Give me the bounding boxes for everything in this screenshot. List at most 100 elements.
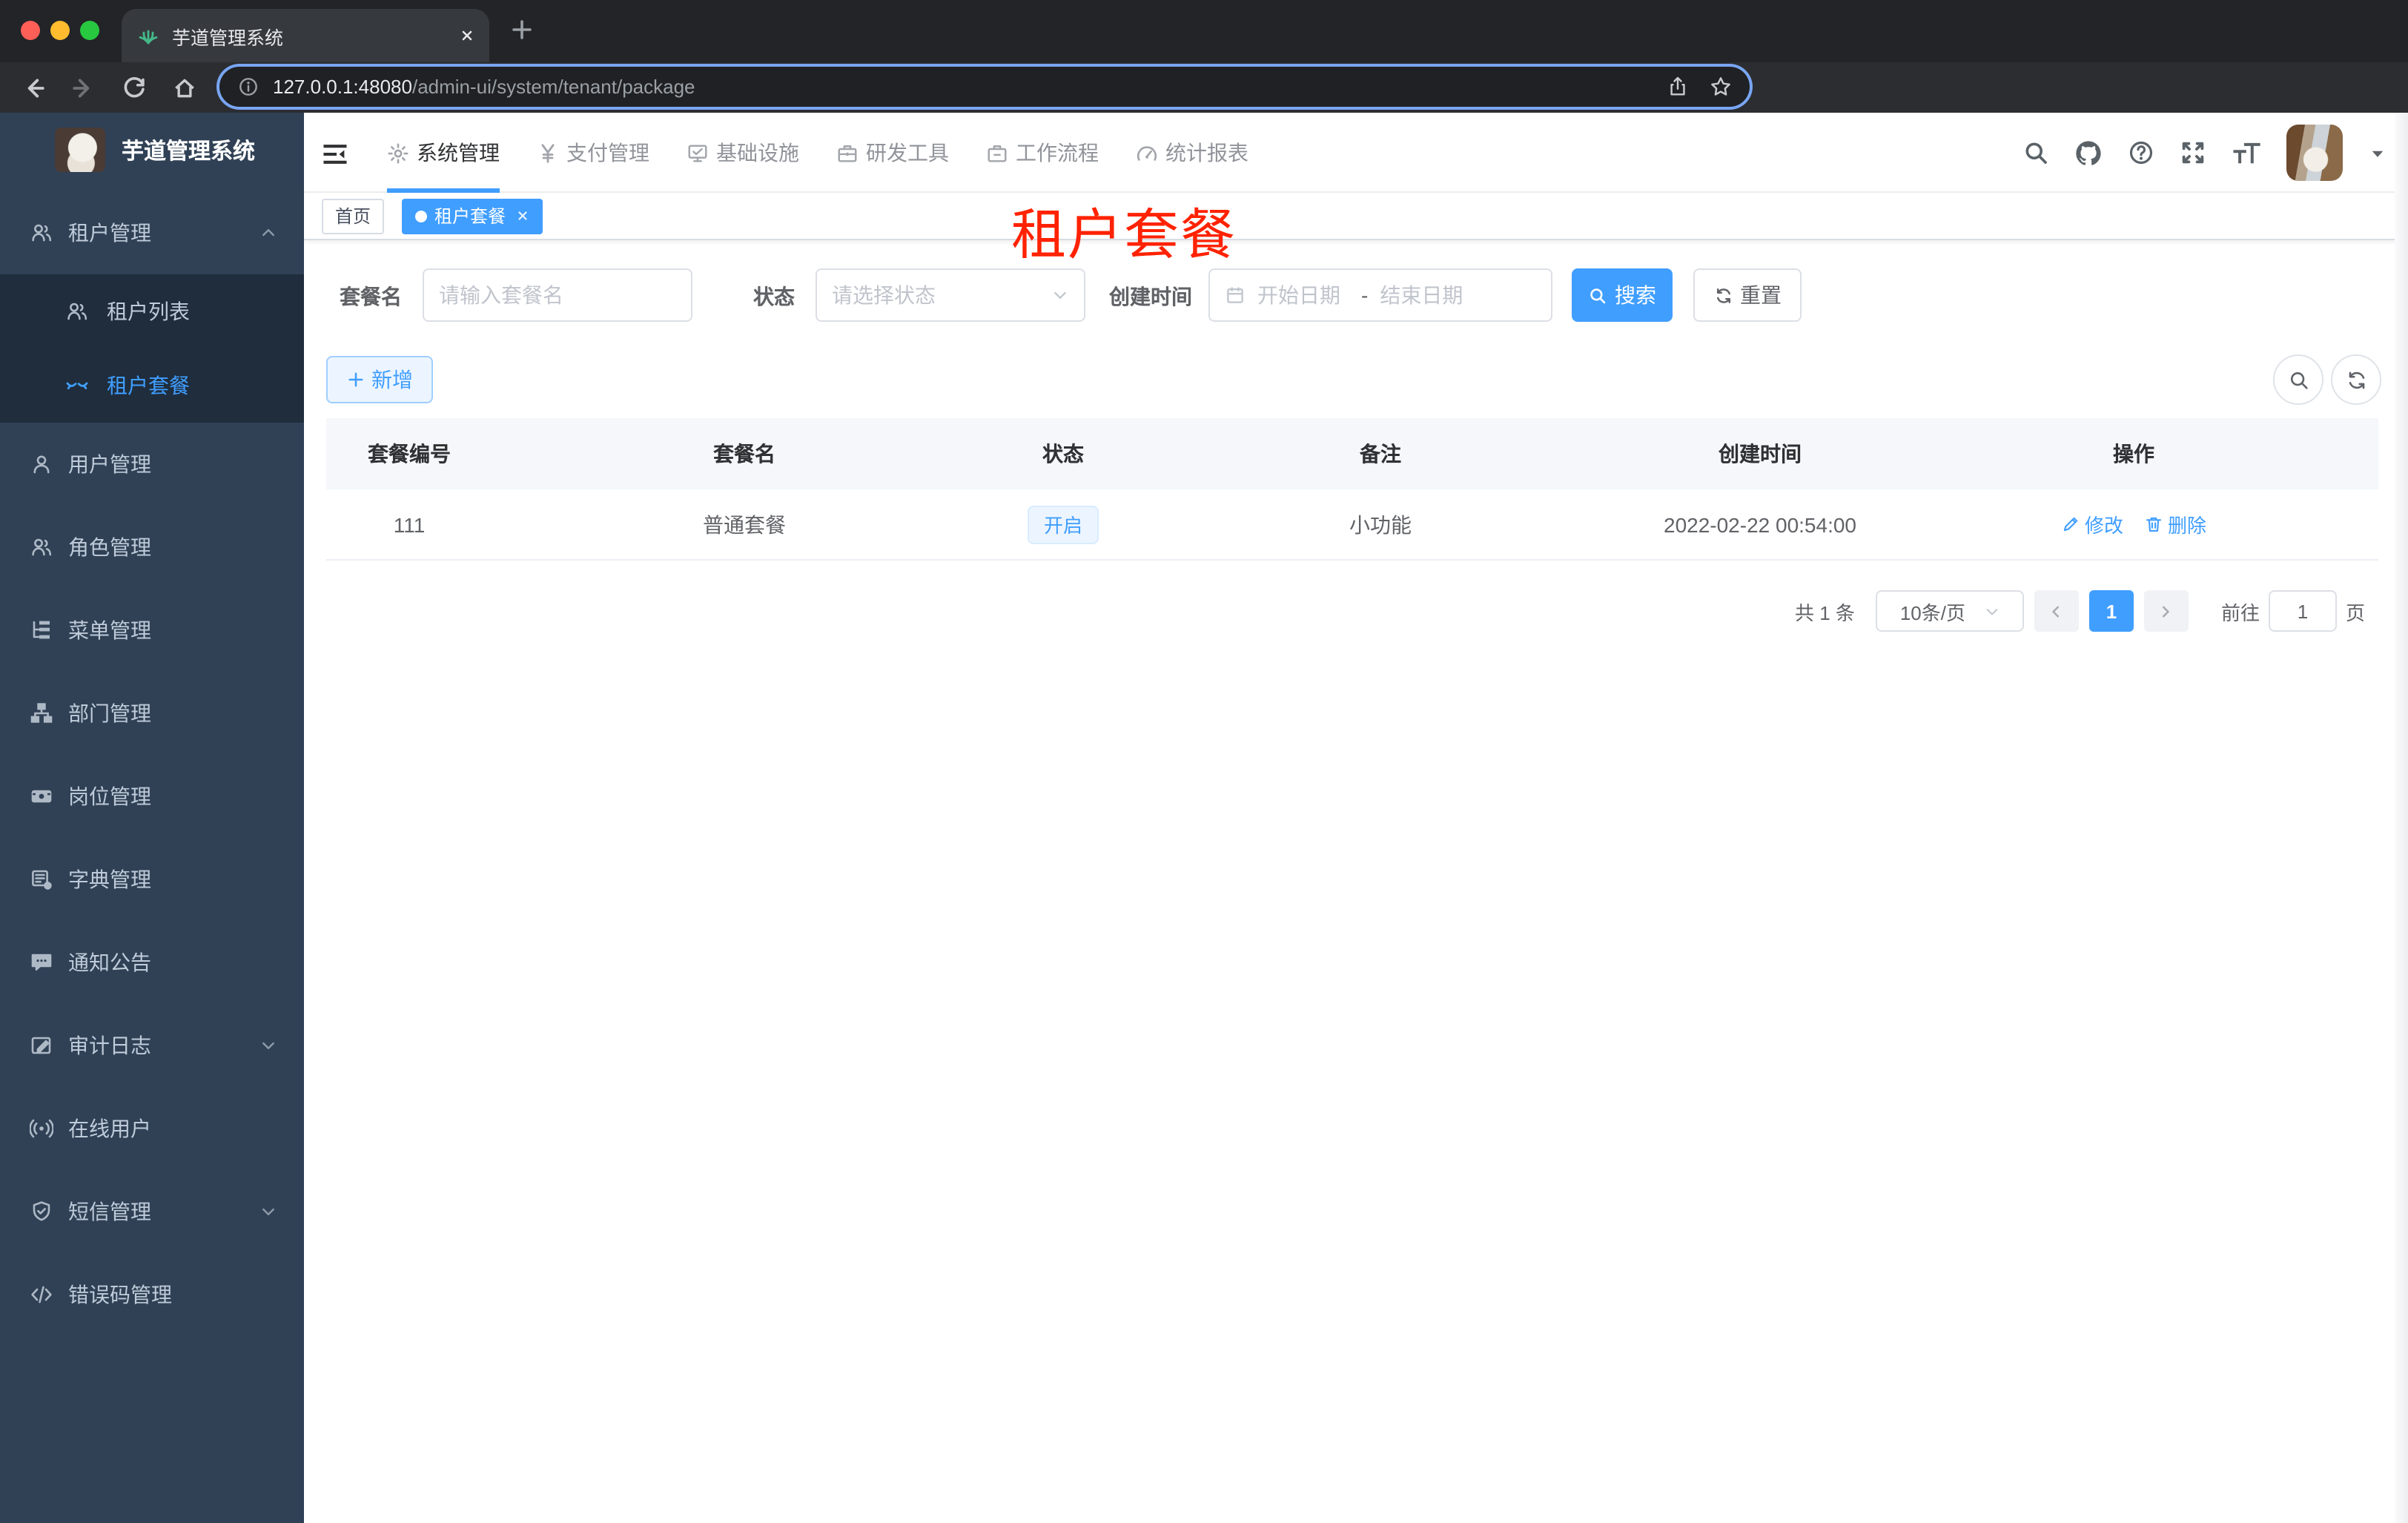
delete-label: 删除 bbox=[2168, 515, 2207, 537]
app-logo-row[interactable]: 芋道管理系统 bbox=[0, 113, 304, 187]
status-badge: 开启 bbox=[1028, 505, 1099, 544]
nav-item-infra[interactable]: 基础设施 bbox=[687, 113, 799, 193]
table-row: 111 普通套餐 开启 小功能 2022-02-22 00:54:00 修改 删… bbox=[326, 489, 2378, 561]
nav-item-workflow[interactable]: 工作流程 bbox=[986, 113, 1099, 193]
close-window-button[interactable] bbox=[21, 21, 40, 40]
sidebar-item-dict-management[interactable]: 字典管理 bbox=[0, 838, 304, 921]
reset-button[interactable]: 重置 bbox=[1693, 268, 1802, 322]
site-info-icon[interactable] bbox=[237, 76, 259, 98]
sidebar-item-sms-management[interactable]: 短信管理 bbox=[0, 1170, 304, 1253]
next-page-button[interactable] bbox=[2143, 590, 2189, 632]
back-icon[interactable] bbox=[15, 70, 50, 105]
url-host: 127.0.0.1:48080 bbox=[273, 76, 412, 98]
page-scrollbar[interactable] bbox=[2395, 113, 2408, 1523]
filter-name-label: 套餐名 bbox=[340, 285, 402, 308]
toolbox-icon bbox=[836, 142, 859, 164]
share-icon[interactable] bbox=[1667, 76, 1689, 98]
nav-item-label: 支付管理 bbox=[566, 141, 649, 165]
sidebar-item-label: 岗位管理 bbox=[68, 784, 151, 808]
nav-item-payment[interactable]: 支付管理 bbox=[537, 113, 649, 193]
add-button-label: 新增 bbox=[371, 368, 413, 392]
user-avatar[interactable] bbox=[2286, 125, 2343, 181]
goto-label: 前往 bbox=[2220, 601, 2260, 624]
tab-close-icon[interactable] bbox=[460, 28, 474, 43]
org-chart-icon bbox=[30, 701, 53, 725]
sidebar-item-user-management[interactable]: 用户管理 bbox=[0, 423, 304, 506]
show-search-toggle-button[interactable] bbox=[2273, 354, 2323, 405]
active-dot-icon bbox=[415, 210, 428, 222]
nav-item-label: 统计报表 bbox=[1165, 141, 1248, 165]
nav-item-report[interactable]: 统计报表 bbox=[1136, 113, 1248, 193]
cell-remark: 小功能 bbox=[1130, 489, 1631, 561]
app-title: 芋道管理系统 bbox=[122, 139, 256, 164]
sidebar-item-error-code[interactable]: 错误码管理 bbox=[0, 1253, 304, 1336]
tag-home[interactable]: 首页 bbox=[322, 198, 385, 234]
sidebar-item-post-management[interactable]: 岗位管理 bbox=[0, 755, 304, 838]
browser-tab[interactable]: 芋道管理系统 bbox=[122, 9, 489, 62]
date-separator: - bbox=[1361, 283, 1369, 307]
sidebar-menu: 租户管理 租户列表 租户套餐 用户管理 角色管理 菜单管理 部门管理 岗位管理 … bbox=[0, 191, 304, 1336]
fullscreen-icon[interactable] bbox=[2180, 139, 2206, 166]
search-icon[interactable] bbox=[2022, 139, 2049, 166]
sidebar-item-role-management[interactable]: 角色管理 bbox=[0, 506, 304, 589]
sidebar-item-audit-log[interactable]: 审计日志 bbox=[0, 1004, 304, 1087]
edit-link[interactable]: 修改 bbox=[2061, 510, 2123, 538]
edit-log-icon bbox=[30, 1034, 53, 1057]
prev-page-button[interactable] bbox=[2034, 590, 2079, 632]
column-header: 操作 bbox=[2113, 442, 2154, 466]
home-icon[interactable] bbox=[166, 70, 202, 105]
app-header: 系统管理 支付管理 基础设施 研发工具 工作流程 统计报表 bbox=[304, 113, 2408, 193]
minimize-window-button[interactable] bbox=[50, 21, 70, 40]
font-size-icon[interactable] bbox=[2232, 139, 2261, 166]
search-button[interactable]: 搜索 bbox=[1572, 268, 1673, 322]
sidebar-item-online-users[interactable]: 在线用户 bbox=[0, 1087, 304, 1170]
sidebar-item-label: 部门管理 bbox=[68, 701, 151, 725]
user-icon bbox=[30, 452, 53, 476]
nav-item-system[interactable]: 系统管理 bbox=[387, 113, 500, 193]
sidebar-item-dept-management[interactable]: 部门管理 bbox=[0, 672, 304, 755]
cell-status: 开启 bbox=[996, 489, 1130, 561]
message-icon bbox=[30, 951, 53, 974]
help-icon[interactable] bbox=[2128, 139, 2154, 166]
goto-page-input[interactable] bbox=[2268, 590, 2337, 632]
new-tab-button[interactable] bbox=[510, 18, 534, 42]
header-actions bbox=[2022, 113, 2387, 193]
status-select[interactable] bbox=[816, 268, 1085, 322]
delete-link[interactable]: 删除 bbox=[2144, 510, 2206, 538]
add-button[interactable]: 新增 bbox=[326, 356, 433, 403]
tag-close-icon[interactable] bbox=[516, 209, 529, 222]
sidebar-item-tenant-management[interactable]: 租户管理 bbox=[0, 191, 304, 274]
sidebar-item-tenant-package[interactable]: 租户套餐 bbox=[0, 348, 304, 423]
package-name-input[interactable] bbox=[423, 268, 692, 322]
sidebar-fold-icon[interactable] bbox=[322, 141, 348, 168]
current-page-button[interactable]: 1 bbox=[2088, 590, 2134, 632]
reload-icon[interactable] bbox=[116, 70, 151, 105]
page-size-select[interactable]: 10条/页 bbox=[1875, 590, 2024, 632]
avatar-caret-icon[interactable] bbox=[2368, 143, 2387, 162]
forward-icon[interactable] bbox=[65, 70, 101, 105]
workflow-icon bbox=[986, 142, 1008, 164]
goto-unit-label: 页 bbox=[2345, 601, 2365, 624]
sidebar-item-label: 租户列表 bbox=[107, 300, 190, 323]
github-icon[interactable] bbox=[2074, 139, 2103, 167]
monitor-icon bbox=[687, 142, 709, 164]
sidebar-item-menu-management[interactable]: 菜单管理 bbox=[0, 589, 304, 672]
sidebar-item-notice[interactable]: 通知公告 bbox=[0, 921, 304, 1004]
sidebar: 芋道管理系统 租户管理 租户列表 租户套餐 用户管理 角色管理 菜单管理 部门管… bbox=[0, 113, 304, 1523]
sidebar-item-label: 租户管理 bbox=[68, 221, 151, 245]
sidebar-item-label: 短信管理 bbox=[68, 1200, 151, 1223]
sidebar-item-label: 审计日志 bbox=[68, 1034, 151, 1057]
zoom-window-button[interactable] bbox=[80, 21, 99, 40]
url-bar[interactable]: 127.0.0.1:48080/admin-ui/system/tenant/p… bbox=[219, 67, 1750, 107]
tab-title: 芋道管理系统 bbox=[172, 27, 284, 48]
tag-tenant-package[interactable]: 租户套餐 bbox=[402, 198, 543, 234]
column-header: 备注 bbox=[1360, 442, 1401, 466]
filter-status-label: 状态 bbox=[753, 285, 795, 308]
nav-item-devtools[interactable]: 研发工具 bbox=[836, 113, 949, 193]
refresh-table-button[interactable] bbox=[2331, 354, 2381, 405]
date-range-picker[interactable]: - bbox=[1208, 268, 1552, 322]
sidebar-item-tenant-list[interactable]: 租户列表 bbox=[0, 274, 304, 348]
dictionary-icon bbox=[30, 868, 53, 891]
bookmark-star-icon[interactable] bbox=[1710, 76, 1732, 98]
nav-item-label: 系统管理 bbox=[417, 141, 500, 165]
